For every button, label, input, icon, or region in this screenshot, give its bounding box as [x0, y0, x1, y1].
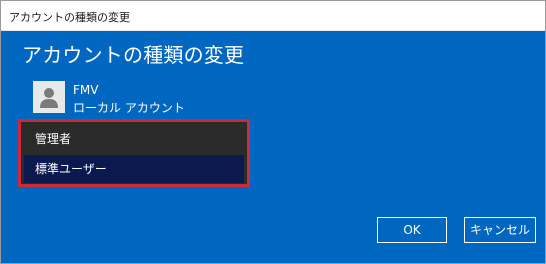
title-bar: アカウントの種類の変更 — [1, 1, 545, 31]
user-name: FMV — [73, 83, 99, 97]
option-administrator[interactable]: 管理者 — [24, 125, 244, 153]
page-title: アカウントの種類の変更 — [22, 43, 245, 67]
user-account-type: ローカル アカウント — [73, 101, 185, 115]
account-type-dropdown[interactable]: 管理者 標準ユーザー — [18, 119, 250, 187]
cancel-button[interactable]: キャンセル — [464, 217, 536, 243]
person-icon — [33, 81, 65, 113]
user-avatar-icon — [33, 81, 65, 113]
option-standard-user[interactable]: 標準ユーザー — [24, 155, 244, 183]
dialog-body: アカウントの種類の変更 FMV ローカル アカウント 管理者 標準ユーザー OK… — [1, 31, 545, 263]
change-account-type-dialog: アカウントの種類の変更 アカウントの種類の変更 FMV ローカル アカウント 管… — [0, 0, 546, 264]
ok-button[interactable]: OK — [377, 217, 447, 243]
window-title: アカウントの種類の変更 — [9, 11, 130, 24]
